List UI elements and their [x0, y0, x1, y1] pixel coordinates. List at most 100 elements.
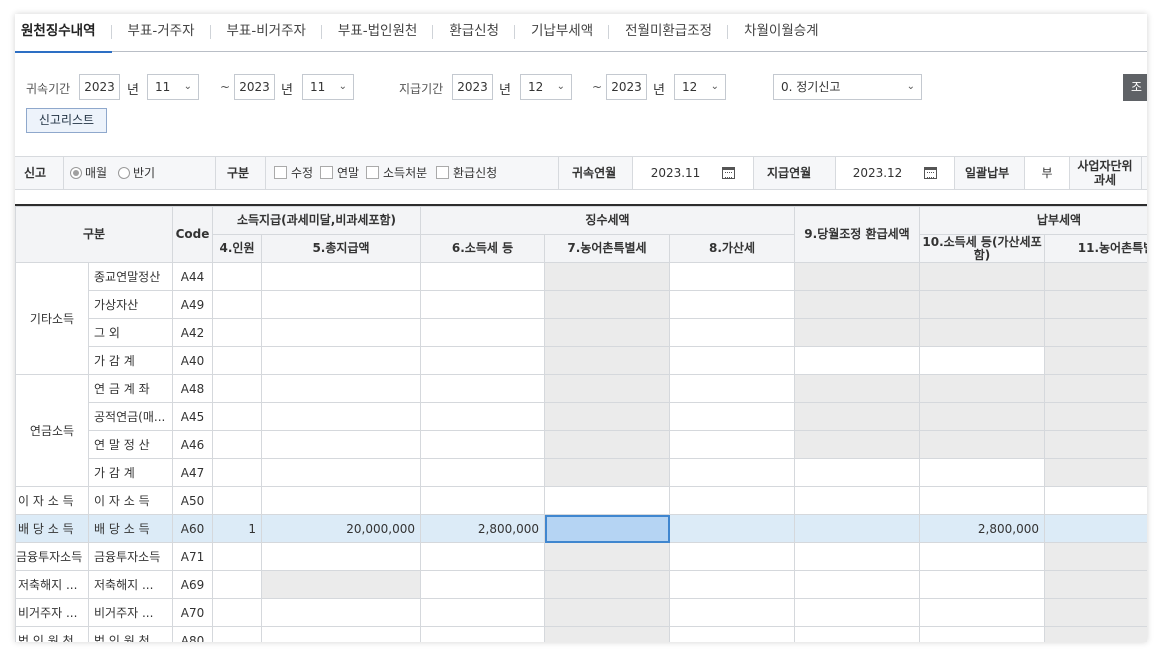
- report-list-button[interactable]: 신고리스트: [26, 108, 107, 133]
- tab-schedule-corporate[interactable]: 부표-법인원천: [322, 14, 434, 52]
- payment-rural-tax-cell[interactable]: [1043, 486, 1147, 515]
- total-pay-cell[interactable]: 20,000,000: [261, 514, 421, 543]
- adjust-refund-cell[interactable]: [794, 598, 920, 627]
- penalty-tax-cell[interactable]: [669, 570, 795, 599]
- adjust-refund-cell[interactable]: [794, 626, 920, 642]
- penalty-tax-cell[interactable]: [669, 486, 795, 515]
- pay-ym-input[interactable]: 2023.12: [836, 157, 954, 189]
- belong-to-year-input[interactable]: 2023: [234, 74, 275, 100]
- disposal-checkbox[interactable]: 소득처분: [366, 157, 427, 189]
- people-cell[interactable]: 1: [212, 514, 262, 543]
- people-cell[interactable]: [212, 346, 262, 375]
- revise-checkbox[interactable]: 수정: [274, 157, 313, 189]
- monthly-radio[interactable]: 매월: [70, 157, 107, 189]
- penalty-tax-cell[interactable]: [669, 542, 795, 571]
- payment-rural-tax-cell[interactable]: [1043, 514, 1147, 543]
- penalty-tax-cell[interactable]: [669, 290, 795, 319]
- adjust-refund-cell[interactable]: [794, 458, 920, 487]
- penalty-tax-cell[interactable]: [669, 626, 795, 642]
- tab-schedule-resident[interactable]: 부표-거주자: [112, 14, 211, 52]
- belong-to-month-select[interactable]: 11 ⌄: [302, 74, 354, 100]
- report-type-select[interactable]: 0. 정기신고 ⌄: [773, 74, 922, 100]
- people-cell[interactable]: [212, 626, 262, 642]
- penalty-tax-cell[interactable]: [669, 374, 795, 403]
- tab-prepaid-tax[interactable]: 기납부세액: [515, 14, 610, 52]
- income-tax-cell[interactable]: [420, 430, 545, 459]
- semiannual-radio[interactable]: 반기: [118, 157, 155, 189]
- people-cell[interactable]: [212, 290, 262, 319]
- income-tax-cell[interactable]: [420, 626, 545, 642]
- calendar-icon[interactable]: [722, 167, 736, 179]
- total-pay-cell[interactable]: [261, 402, 421, 431]
- belong-from-year-input[interactable]: 2023: [79, 74, 120, 100]
- total-pay-cell[interactable]: [261, 458, 421, 487]
- income-tax-cell[interactable]: 2,800,000: [420, 514, 545, 543]
- rural-tax-cell-active[interactable]: [544, 514, 670, 543]
- belong-ym-input[interactable]: 2023.11: [633, 157, 753, 189]
- income-tax-cell[interactable]: [420, 290, 545, 319]
- tab-refund-request[interactable]: 환급신청: [433, 14, 515, 52]
- payment-income-tax-cell[interactable]: [919, 346, 1045, 375]
- people-cell[interactable]: [212, 374, 262, 403]
- payment-income-tax-cell[interactable]: [919, 570, 1045, 599]
- adjust-refund-cell[interactable]: [794, 346, 920, 375]
- payment-income-tax-cell[interactable]: [919, 542, 1045, 571]
- total-pay-cell[interactable]: [261, 430, 421, 459]
- income-tax-cell[interactable]: [420, 374, 545, 403]
- yearend-checkbox[interactable]: 연말: [320, 157, 359, 189]
- penalty-tax-cell[interactable]: [669, 458, 795, 487]
- payment-income-tax-cell[interactable]: [919, 486, 1045, 515]
- total-pay-cell[interactable]: [261, 374, 421, 403]
- tab-schedule-nonresident[interactable]: 부표-비거주자: [211, 14, 323, 52]
- people-cell[interactable]: [212, 486, 262, 515]
- penalty-tax-cell[interactable]: [669, 262, 795, 291]
- refund-checkbox[interactable]: 환급신청: [436, 157, 497, 189]
- penalty-tax-cell[interactable]: [669, 402, 795, 431]
- adjust-refund-cell[interactable]: [794, 542, 920, 571]
- pay-from-year-input[interactable]: 2023: [452, 74, 493, 100]
- income-tax-cell[interactable]: [420, 598, 545, 627]
- total-pay-cell[interactable]: [261, 486, 421, 515]
- income-tax-cell[interactable]: [420, 318, 545, 347]
- total-pay-cell[interactable]: [261, 318, 421, 347]
- people-cell[interactable]: [212, 402, 262, 431]
- penalty-tax-cell[interactable]: [669, 318, 795, 347]
- payment-income-tax-cell[interactable]: [919, 458, 1045, 487]
- pay-to-month-select[interactable]: 12 ⌄: [674, 74, 726, 100]
- adjust-refund-cell[interactable]: [794, 514, 920, 543]
- penalty-tax-cell[interactable]: [669, 430, 795, 459]
- tab-prev-month-refund-adjust[interactable]: 전월미환급조정: [609, 14, 729, 52]
- penalty-tax-cell[interactable]: [669, 346, 795, 375]
- income-tax-cell[interactable]: [420, 402, 545, 431]
- income-tax-cell[interactable]: [420, 542, 545, 571]
- total-pay-cell[interactable]: [261, 598, 421, 627]
- pay-to-year-input[interactable]: 2023: [606, 74, 647, 100]
- lump-payment-value[interactable]: 부: [1025, 157, 1069, 189]
- income-tax-cell[interactable]: [420, 262, 545, 291]
- people-cell[interactable]: [212, 570, 262, 599]
- people-cell[interactable]: [212, 598, 262, 627]
- adjust-refund-cell[interactable]: [794, 486, 920, 515]
- pay-from-month-select[interactable]: 12 ⌄: [520, 74, 572, 100]
- calendar-icon[interactable]: [924, 167, 938, 179]
- total-pay-cell[interactable]: [261, 262, 421, 291]
- people-cell[interactable]: [212, 430, 262, 459]
- tab-withholding-details[interactable]: 원천징수내역: [15, 14, 112, 53]
- people-cell[interactable]: [212, 262, 262, 291]
- total-pay-cell[interactable]: [261, 346, 421, 375]
- payment-income-tax-cell[interactable]: 2,800,000: [919, 514, 1045, 543]
- payment-income-tax-cell[interactable]: [919, 626, 1045, 642]
- adjust-refund-cell[interactable]: [794, 570, 920, 599]
- income-tax-cell[interactable]: [420, 486, 545, 515]
- belong-from-month-select[interactable]: 11 ⌄: [147, 74, 199, 100]
- people-cell[interactable]: [212, 542, 262, 571]
- income-tax-cell[interactable]: [420, 458, 545, 487]
- search-button[interactable]: 조: [1123, 74, 1147, 101]
- total-pay-cell[interactable]: [261, 542, 421, 571]
- people-cell[interactable]: [212, 458, 262, 487]
- rural-tax-cell[interactable]: [544, 486, 670, 515]
- income-tax-cell[interactable]: [420, 570, 545, 599]
- payment-income-tax-cell[interactable]: [919, 598, 1045, 627]
- people-cell[interactable]: [212, 318, 262, 347]
- penalty-tax-cell[interactable]: [669, 514, 795, 543]
